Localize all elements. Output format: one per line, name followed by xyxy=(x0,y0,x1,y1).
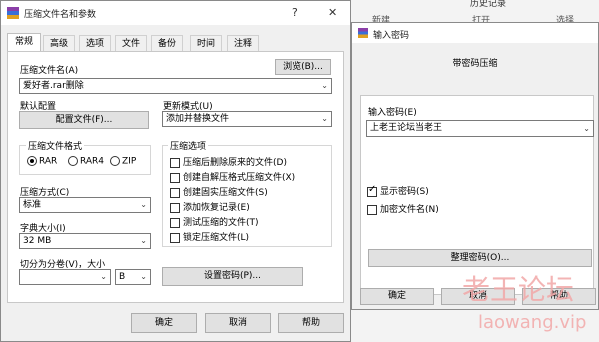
format-radio-zip[interactable]: ZIP xyxy=(110,156,136,167)
password-heading: 带密码压缩 xyxy=(452,59,498,69)
winrar-logo-icon xyxy=(7,7,19,19)
encrypt-filenames-label: 加密文件名(N) xyxy=(380,205,439,215)
password-dialog: 输入密码 带密码压缩 输入密码(E) 上老王论坛当老王 ⌄ 显示密码(S) 加密… xyxy=(351,22,599,310)
checkbox-icon xyxy=(170,232,180,243)
chevron-down-icon[interactable]: ⌄ xyxy=(140,198,147,212)
set-password-button[interactable]: 设置密码(P)... xyxy=(162,267,303,286)
chevron-down-icon[interactable]: ⌄ xyxy=(140,270,147,284)
option-label: 压缩后删除原来的文件(D) xyxy=(183,158,287,168)
format-radio-rar4[interactable]: RAR4 xyxy=(68,156,104,167)
chevron-down-icon[interactable]: ⌄ xyxy=(140,234,147,248)
split-size-input[interactable]: ⌄ xyxy=(19,269,111,285)
compression-method-value: 标准 xyxy=(23,200,42,210)
archive-format-label: 压缩文件格式 xyxy=(26,139,85,152)
archive-name-value: 爱好者.rar删除 xyxy=(23,81,84,91)
checkbox-icon xyxy=(170,187,180,198)
option-solid[interactable]: 创建固实压缩文件(S) xyxy=(170,185,268,198)
archive-options-label: 压缩选项 xyxy=(168,139,209,152)
chevron-down-icon[interactable]: ⌄ xyxy=(583,121,590,136)
option-label: 创建自解压格式压缩文件(X) xyxy=(183,173,296,183)
option-delete-after[interactable]: 压缩后删除原来的文件(D) xyxy=(170,155,287,168)
show-password-checkbox[interactable]: 显示密码(S) xyxy=(367,184,429,197)
option-label: 测试压缩的文件(T) xyxy=(183,218,259,228)
archive-dialog: 压缩文件名和参数 ? ✕ 常规 高级 选项 文件 备份 时间 注释 压缩文件名(… xyxy=(0,0,351,342)
radio-icon xyxy=(110,156,120,166)
format-radio-rar[interactable]: RAR xyxy=(27,156,57,167)
option-label: 创建固实压缩文件(S) xyxy=(183,188,268,198)
option-test[interactable]: 测试压缩的文件(T) xyxy=(170,215,259,228)
archive-name-label: 压缩文件名(A) xyxy=(20,66,79,76)
cancel-button[interactable]: 取消 xyxy=(205,313,271,333)
format-zip-label: ZIP xyxy=(122,156,137,167)
split-unit-select[interactable]: B ⌄ xyxy=(115,269,151,285)
update-mode-value: 添加并替换文件 xyxy=(166,114,230,124)
password-value: 上老王论坛当老王 xyxy=(370,123,443,133)
password-ok-button[interactable]: 确定 xyxy=(360,288,434,305)
browse-button[interactable]: 浏览(B)... xyxy=(275,59,331,75)
watermark-logo-text: 老王论坛 xyxy=(462,273,575,306)
tab-advanced[interactable]: 高级 xyxy=(43,35,75,52)
checkbox-icon xyxy=(170,202,180,213)
encrypt-filenames-checkbox[interactable]: 加密文件名(N) xyxy=(367,202,439,215)
radio-selected-icon xyxy=(27,156,37,166)
dictionary-size-select[interactable]: 32 MB ⌄ xyxy=(19,233,151,249)
chevron-down-icon[interactable]: ⌄ xyxy=(321,112,328,126)
history-label[interactable]: 历史记录 xyxy=(470,0,506,9)
option-recovery[interactable]: 添加恢复记录(E) xyxy=(170,200,250,213)
password-input[interactable]: 上老王论坛当老王 ⌄ xyxy=(366,120,594,137)
tab-time[interactable]: 时间 xyxy=(190,35,222,52)
tab-comment[interactable]: 注释 xyxy=(227,35,259,52)
option-label: 添加恢复记录(E) xyxy=(183,203,250,213)
help-button[interactable]: 帮助 xyxy=(278,313,344,333)
close-icon[interactable]: ✕ xyxy=(328,6,337,19)
checkbox-icon xyxy=(367,204,377,215)
tab-options[interactable]: 选项 xyxy=(79,35,111,52)
radio-icon xyxy=(68,156,78,166)
format-rar-label: RAR xyxy=(39,156,58,167)
help-icon[interactable]: ? xyxy=(292,6,298,19)
chevron-down-icon[interactable]: ⌄ xyxy=(321,79,328,93)
split-unit-value: B xyxy=(119,272,126,282)
checkbox-checked-icon xyxy=(367,184,377,197)
profiles-button[interactable]: 配置文件(F)... xyxy=(19,111,149,129)
show-password-label: 显示密码(S) xyxy=(380,187,429,197)
update-mode-select[interactable]: 添加并替换文件 ⌄ xyxy=(162,111,332,127)
option-label: 锁定压缩文件(L) xyxy=(183,233,250,243)
organize-passwords-button[interactable]: 整理密码(O)... xyxy=(368,249,592,267)
enter-password-label: 输入密码(E) xyxy=(368,108,417,118)
archive-name-input[interactable]: 爱好者.rar删除 ⌄ xyxy=(19,78,332,94)
dictionary-size-value: 32 MB xyxy=(23,236,52,246)
watermark-url: laowang.vip xyxy=(478,312,587,333)
checkbox-icon xyxy=(170,172,180,183)
tab-files[interactable]: 文件 xyxy=(115,35,147,52)
ok-button[interactable]: 确定 xyxy=(131,313,197,333)
checkbox-icon xyxy=(170,157,180,168)
format-rar4-label: RAR4 xyxy=(80,156,105,167)
chevron-down-icon[interactable]: ⌄ xyxy=(100,270,107,284)
winrar-logo-icon xyxy=(358,28,368,38)
option-sfx[interactable]: 创建自解压格式压缩文件(X) xyxy=(170,170,295,183)
compression-method-select[interactable]: 标准 ⌄ xyxy=(19,197,151,213)
option-lock[interactable]: 锁定压缩文件(L) xyxy=(170,230,249,243)
tab-backup[interactable]: 备份 xyxy=(151,35,183,52)
password-dialog-title: 输入密码 xyxy=(373,31,410,41)
archive-dialog-title: 压缩文件名和参数 xyxy=(24,10,97,20)
tab-general[interactable]: 常规 xyxy=(7,33,41,51)
checkbox-icon xyxy=(170,217,180,228)
